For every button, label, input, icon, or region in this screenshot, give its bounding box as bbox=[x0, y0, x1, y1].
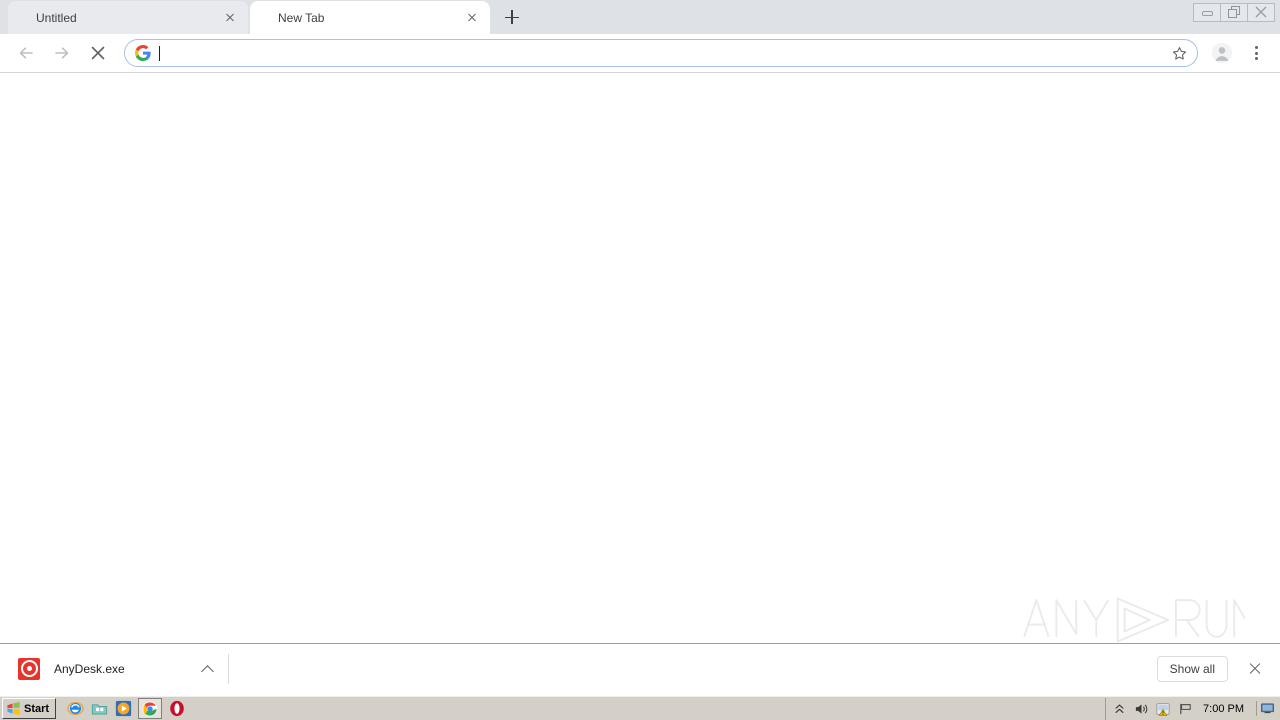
show-all-button[interactable]: Show all bbox=[1156, 655, 1228, 682]
menu-dot bbox=[1254, 46, 1258, 49]
tray-volume-icon[interactable] bbox=[1133, 701, 1149, 717]
chevron-up-icon[interactable] bbox=[200, 661, 216, 677]
tab-close-icon[interactable] bbox=[222, 10, 238, 26]
taskbar-icon-opera[interactable] bbox=[168, 700, 186, 718]
download-filename: AnyDesk.exe bbox=[54, 661, 125, 676]
tab-new-tab[interactable]: New Tab bbox=[250, 1, 490, 34]
download-item-anydesk[interactable]: AnyDesk.exe bbox=[12, 651, 220, 687]
taskbar-icon-internet-explorer[interactable] bbox=[66, 700, 84, 718]
minimize-button[interactable] bbox=[1193, 2, 1221, 22]
tray-clock[interactable]: 7:00 PM bbox=[1203, 703, 1244, 715]
bookmark-star-icon[interactable] bbox=[1167, 41, 1191, 65]
tab-untitled[interactable]: Untitled bbox=[8, 1, 248, 34]
chrome-menu-button[interactable] bbox=[1242, 39, 1270, 67]
taskbar-icon-google-chrome[interactable] bbox=[138, 698, 163, 719]
download-shelf: AnyDesk.exe Show all bbox=[0, 643, 1280, 693]
system-tray: 7:00 PM bbox=[1105, 697, 1278, 720]
back-arrow-icon bbox=[19, 47, 33, 59]
menu-dot bbox=[1254, 57, 1258, 60]
stop-button[interactable] bbox=[84, 39, 112, 67]
browser-window: Untitled New Tab AnyDesk.exe Show all St… bbox=[0, 0, 1280, 720]
windows-logo-icon bbox=[7, 701, 20, 716]
minimize-icon bbox=[1194, 4, 1220, 21]
shelf-close-icon[interactable] bbox=[1244, 658, 1266, 680]
google-g-icon bbox=[135, 45, 151, 61]
anydesk-icon bbox=[18, 657, 40, 680]
tab-title: New Tab bbox=[278, 10, 325, 25]
quick-launch-bar bbox=[60, 698, 186, 720]
tab-strip: Untitled New Tab bbox=[0, 0, 1280, 34]
new-tab-button[interactable] bbox=[498, 3, 526, 31]
start-button[interactable]: Start bbox=[2, 698, 57, 719]
restore-icon bbox=[1221, 4, 1247, 21]
address-bar[interactable] bbox=[124, 39, 1198, 67]
tray-security-icon[interactable] bbox=[1155, 701, 1171, 717]
show-desktop-button[interactable] bbox=[1256, 701, 1274, 716]
address-input[interactable] bbox=[159, 44, 1167, 62]
window-controls bbox=[1193, 2, 1275, 22]
page-content: ANY RUN bbox=[0, 73, 1280, 643]
text-cursor bbox=[159, 45, 160, 61]
anyrun-watermark: ANY RUN bbox=[1023, 597, 1246, 643]
taskbar-icon-media-player[interactable] bbox=[114, 700, 132, 718]
back-button[interactable] bbox=[12, 39, 40, 67]
shelf-separator bbox=[228, 653, 229, 684]
taskbar-icon-file-explorer[interactable] bbox=[90, 700, 108, 718]
menu-dot bbox=[1254, 51, 1258, 55]
forward-arrow-icon bbox=[55, 47, 69, 59]
restore-button[interactable] bbox=[1220, 2, 1248, 22]
close-button[interactable] bbox=[1247, 2, 1275, 22]
start-label: Start bbox=[24, 702, 50, 715]
browser-toolbar bbox=[0, 34, 1280, 72]
shelf-actions: Show all bbox=[1156, 655, 1268, 682]
close-icon bbox=[1248, 4, 1274, 21]
forward-button[interactable] bbox=[48, 39, 76, 67]
tab-close-icon[interactable] bbox=[464, 10, 480, 26]
avatar-icon bbox=[1211, 42, 1233, 64]
tray-network-flag-icon[interactable] bbox=[1177, 701, 1193, 717]
profile-avatar[interactable] bbox=[1208, 39, 1236, 67]
tray-expand-icon[interactable] bbox=[1111, 701, 1127, 717]
stop-x-icon bbox=[91, 46, 105, 60]
windows-taskbar: Start 7:00 PM bbox=[0, 696, 1280, 720]
tab-title: Untitled bbox=[36, 10, 77, 25]
